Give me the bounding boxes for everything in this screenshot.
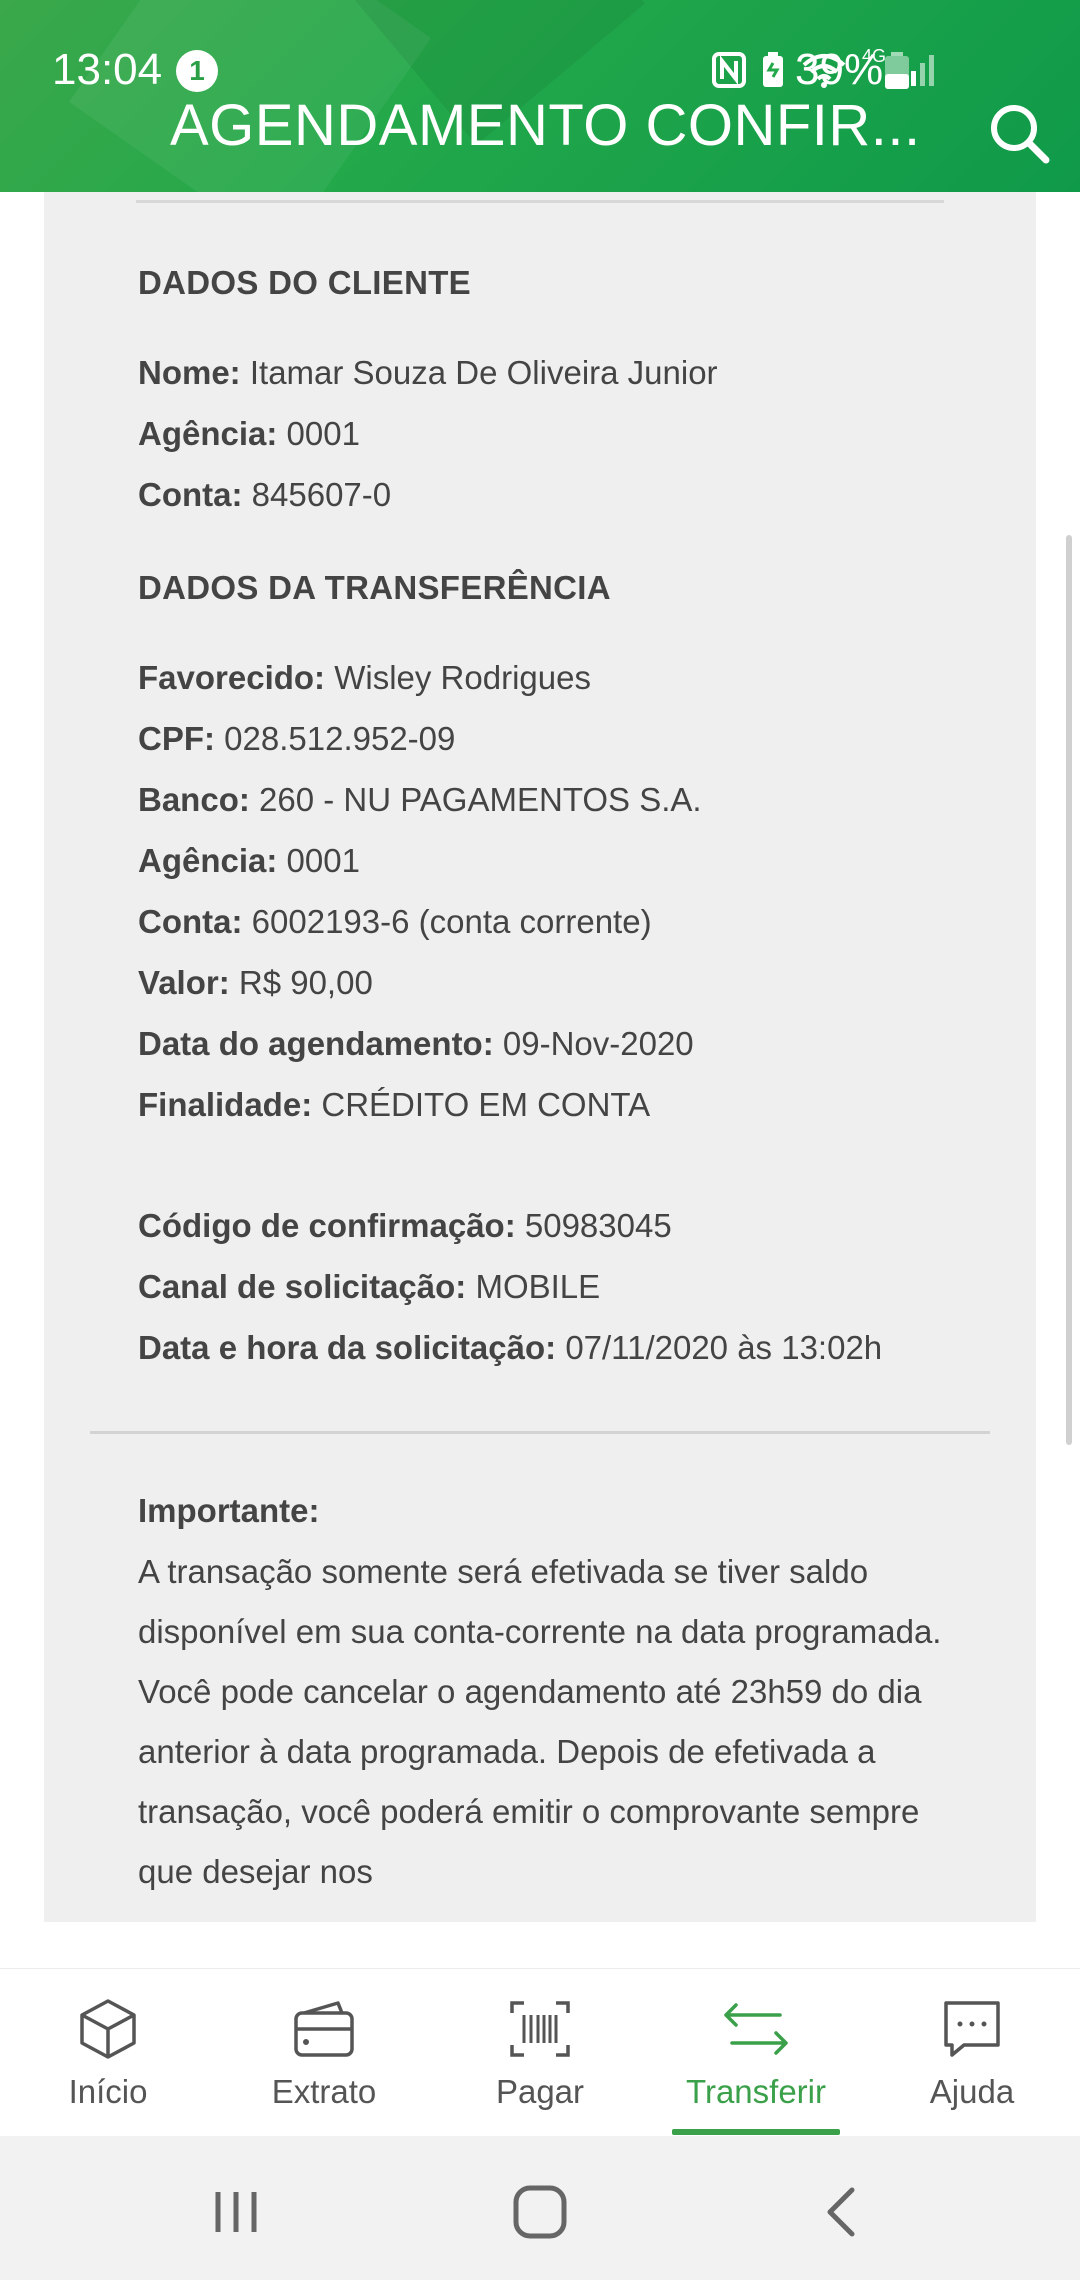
system-nav-bar bbox=[0, 2136, 1080, 2280]
divider bbox=[136, 200, 944, 203]
detail-label: Data do agendamento: bbox=[138, 1025, 494, 1062]
detail-row: CPF: 028.512.952-09 bbox=[138, 720, 455, 758]
nav-label: Transferir bbox=[686, 2073, 826, 2110]
status-bar: 13:04 1 4G 39% bbox=[0, 0, 1080, 100]
barcode-icon bbox=[510, 2001, 570, 2057]
cube-icon bbox=[80, 1999, 136, 2059]
section-title-transferencia: DADOS DA TRANSFERÊNCIA bbox=[138, 569, 611, 606]
detail-row: Conta: 845607-0 bbox=[138, 476, 391, 514]
detail-value: Wisley Rodrigues bbox=[334, 659, 591, 696]
search-icon[interactable] bbox=[984, 98, 1054, 168]
detail-row: Agência: 0001 bbox=[138, 842, 360, 880]
detail-value: R$ 90,00 bbox=[238, 964, 373, 1001]
important-title: Importante: bbox=[138, 1492, 320, 1529]
detail-value: 0001 bbox=[286, 842, 360, 879]
detail-row: Canal de solicitação: MOBILE bbox=[138, 1268, 600, 1306]
detail-value: MOBILE bbox=[475, 1268, 601, 1305]
detail-label: Valor: bbox=[138, 964, 230, 1001]
detail-label: Agência: bbox=[138, 415, 278, 452]
nav-label: Início bbox=[68, 2073, 148, 2110]
detail-row: Data do agendamento: 09-Nov-2020 bbox=[138, 1025, 694, 1063]
battery-icon bbox=[885, 52, 909, 89]
chat-icon bbox=[944, 2001, 1000, 2057]
detail-value: 0001 bbox=[286, 415, 360, 452]
nav-item-inicio[interactable]: Início bbox=[0, 1969, 216, 2137]
nav-label: Ajuda bbox=[929, 2073, 1015, 2110]
detail-label: Finalidade: bbox=[138, 1086, 313, 1123]
detail-row: Agência: 0001 bbox=[138, 415, 360, 453]
nfc-icon bbox=[711, 52, 746, 88]
nav-item-pagar[interactable]: Pagar bbox=[432, 1969, 648, 2137]
status-time: 13:04 bbox=[52, 45, 163, 94]
transfer-arrows-icon bbox=[724, 2003, 788, 2055]
detail-label: Conta: bbox=[138, 903, 243, 940]
detail-label: Banco: bbox=[138, 781, 250, 818]
battery-percent: 39% bbox=[795, 45, 884, 94]
detail-label: Conta: bbox=[138, 476, 243, 513]
section-title-cliente: DADOS DO CLIENTE bbox=[138, 264, 471, 301]
screen: 13:04 1 4G 39% AGENDAMENTO CONFIR... DAD… bbox=[0, 0, 1080, 2280]
detail-label: Data e hora da solicitação: bbox=[138, 1329, 557, 1366]
detail-row: Valor: R$ 90,00 bbox=[138, 964, 373, 1002]
detail-label: Favorecido: bbox=[138, 659, 326, 696]
back-icon[interactable] bbox=[802, 2172, 882, 2252]
detail-row: Data e hora da solicitação: 07/11/2020 à… bbox=[138, 1329, 882, 1367]
nav-item-transferir[interactable]: Transferir bbox=[648, 1969, 864, 2137]
recent-apps-icon[interactable] bbox=[196, 2172, 276, 2252]
nav-label: Extrato bbox=[271, 2073, 377, 2110]
scrollbar[interactable] bbox=[1066, 535, 1072, 1445]
detail-value: 09-Nov-2020 bbox=[502, 1025, 694, 1062]
home-icon[interactable] bbox=[500, 2172, 580, 2252]
detail-row: Favorecido: Wisley Rodrigues bbox=[138, 659, 591, 697]
detail-row: Finalidade: CRÉDITO EM CONTA bbox=[138, 1086, 650, 1124]
battery-saver-icon bbox=[762, 52, 783, 87]
detail-row: Código de confirmação: 50983045 bbox=[138, 1207, 672, 1245]
detail-value: Itamar Souza De Oliveira Junior bbox=[249, 354, 718, 391]
detail-label: CPF: bbox=[138, 720, 215, 757]
detail-value: 50983045 bbox=[524, 1207, 672, 1244]
detail-row: Nome: Itamar Souza De Oliveira Junior bbox=[138, 354, 718, 392]
divider bbox=[90, 1431, 990, 1434]
important-text: A transação somente será efetivada se ti… bbox=[138, 1553, 942, 1890]
nav-label: Pagar bbox=[495, 2073, 585, 2110]
detail-value: 6002193-6 (conta corrente) bbox=[251, 903, 652, 940]
detail-label: Nome: bbox=[138, 354, 241, 391]
detail-value: 028.512.952-09 bbox=[224, 720, 456, 757]
detail-value: 07/11/2020 às 13:02h bbox=[565, 1329, 883, 1366]
detail-value: 260 - NU PAGAMENTOS S.A. bbox=[259, 781, 702, 818]
detail-value: CRÉDITO EM CONTA bbox=[321, 1086, 651, 1123]
detail-label: Código de confirmação: bbox=[138, 1207, 516, 1244]
page-title: AGENDAMENTO CONFIR... bbox=[170, 93, 921, 158]
bottom-nav: Início Extrato Pagar Transferir Ajuda bbox=[0, 1968, 1080, 2136]
detail-row: Banco: 260 - NU PAGAMENTOS S.A. bbox=[138, 781, 702, 819]
detail-label: Canal de solicitação: bbox=[138, 1268, 467, 1305]
app-header: 13:04 1 4G 39% AGENDAMENTO CONFIR... bbox=[0, 0, 1080, 192]
nav-item-extrato[interactable]: Extrato bbox=[216, 1969, 432, 2137]
detail-value: 845607-0 bbox=[251, 476, 392, 513]
receipt-content: DADOS DO CLIENTE Nome: Itamar Souza De O… bbox=[44, 192, 1036, 1922]
detail-row: Conta: 6002193-6 (conta corrente) bbox=[138, 903, 652, 941]
notification-badge: 1 bbox=[176, 50, 218, 92]
detail-label: Agência: bbox=[138, 842, 278, 879]
nav-item-ajuda[interactable]: Ajuda bbox=[864, 1969, 1080, 2137]
active-tab-indicator bbox=[672, 2129, 840, 2135]
wallet-icon bbox=[294, 2001, 354, 2057]
